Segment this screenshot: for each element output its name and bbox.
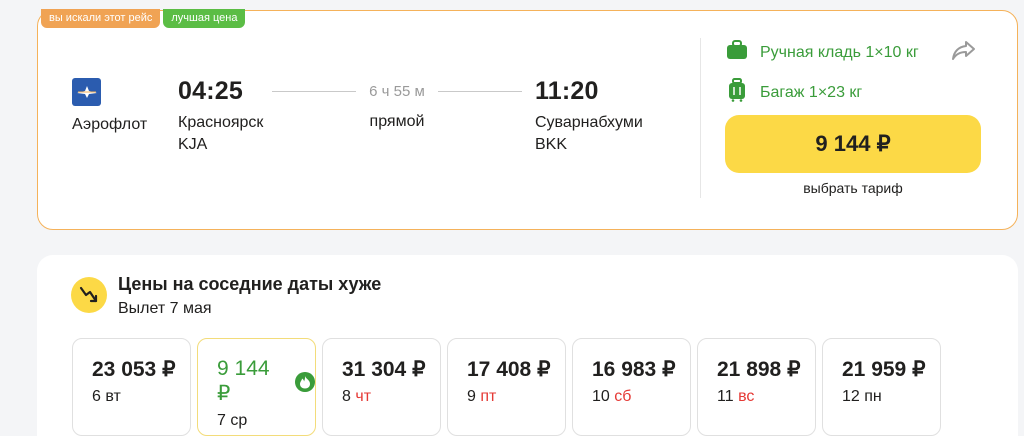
departure-city: Красноярск — [178, 114, 264, 131]
date-weekday: чт — [355, 388, 372, 405]
date-price: 31 304 ₽ — [342, 358, 426, 381]
date-label: 12 пн — [842, 388, 940, 406]
departure-code: KJA — [178, 136, 208, 153]
arrival-place: Суварнабхуми BKK — [535, 112, 643, 156]
date-price-row: 9 144 ₽ — [217, 357, 315, 406]
arrival-city: Суварнабхуми — [535, 114, 643, 131]
hand-luggage-label: Ручная кладь 1×10 кг — [760, 43, 919, 61]
select-tariff-link[interactable]: выбрать тариф — [725, 180, 981, 196]
date-option-9[interactable]: 17 408 ₽ 9 пт — [447, 338, 566, 436]
date-price: 21 959 ₽ — [842, 358, 926, 381]
departure-time: 04:25 — [178, 77, 243, 105]
date-label: 8 чт — [342, 388, 440, 406]
price-button[interactable]: 9 144 ₽ — [725, 115, 981, 173]
date-weekday: пт — [480, 388, 497, 405]
date-weekday: ср — [230, 412, 248, 429]
date-weekday: вт — [105, 388, 121, 405]
best-price-tag: лучшая цена — [163, 9, 246, 28]
fire-icon — [295, 371, 315, 392]
date-day: 11 — [717, 388, 734, 405]
date-label: 6 вт — [92, 388, 190, 406]
date-option-11[interactable]: 21 898 ₽ 11 вс — [697, 338, 816, 436]
airline-name: Аэрофлот — [72, 116, 148, 133]
date-label: 7 ср — [217, 412, 315, 430]
date-price: 9 144 ₽ — [217, 357, 270, 405]
date-label: 11 вс — [717, 388, 815, 406]
share-icon[interactable] — [951, 39, 977, 66]
date-price: 16 983 ₽ — [592, 358, 676, 381]
date-label: 9 пт — [467, 388, 565, 406]
date-day: 12 — [842, 388, 860, 405]
checked-baggage-info: Багаж 1×23 кг — [726, 78, 862, 107]
nearby-title: Цены на соседние даты хуже — [118, 274, 382, 294]
date-day: 9 — [467, 388, 476, 405]
date-day: 8 — [342, 388, 351, 405]
arrival-code: BKK — [535, 136, 568, 153]
date-day: 6 — [92, 388, 101, 405]
hand-luggage-info: Ручная кладь 1×10 кг — [726, 40, 919, 65]
date-day: 7 — [217, 412, 226, 429]
date-weekday: сб — [614, 388, 632, 405]
searched-tag: вы искали этот рейс — [41, 9, 161, 28]
route-line-left — [272, 91, 356, 92]
hand-luggage-icon — [726, 40, 748, 65]
date-weekday: пн — [864, 388, 882, 405]
departure-place: Красноярск KJA — [178, 112, 263, 156]
date-list: 23 053 ₽ 6 вт 9 144 ₽ 7 ср 31 304 ₽ 8 чт… — [72, 338, 941, 436]
date-option-10[interactable]: 16 983 ₽ 10 сб — [572, 338, 691, 436]
date-label: 10 сб — [592, 388, 690, 406]
date-option-8[interactable]: 31 304 ₽ 8 чт — [322, 338, 441, 436]
date-weekday: вс — [738, 388, 755, 405]
date-day: 10 — [592, 388, 610, 405]
arrival-time: 11:20 — [535, 77, 599, 105]
date-option-12[interactable]: 21 959 ₽ 12 пн — [822, 338, 941, 436]
nearby-subtitle: Вылет 7 мая — [118, 300, 212, 317]
date-price: 23 053 ₽ — [92, 358, 176, 381]
vertical-divider — [700, 38, 701, 198]
suitcase-icon — [726, 78, 748, 107]
date-option-7[interactable]: 9 144 ₽ 7 ср — [197, 338, 316, 436]
flight-tags: вы искали этот рейс лучшая цена — [41, 9, 246, 28]
date-price: 21 898 ₽ — [717, 358, 801, 381]
flight-stops: прямой — [369, 113, 425, 130]
date-option-6[interactable]: 23 053 ₽ 6 вт — [72, 338, 191, 436]
checked-baggage-label: Багаж 1×23 кг — [760, 83, 863, 101]
trend-down-icon — [71, 277, 107, 313]
route-line-right — [438, 91, 522, 92]
flight-duration: 6 ч 55 м — [369, 83, 425, 100]
date-price: 17 408 ₽ — [467, 358, 551, 381]
airline-logo — [72, 78, 101, 106]
